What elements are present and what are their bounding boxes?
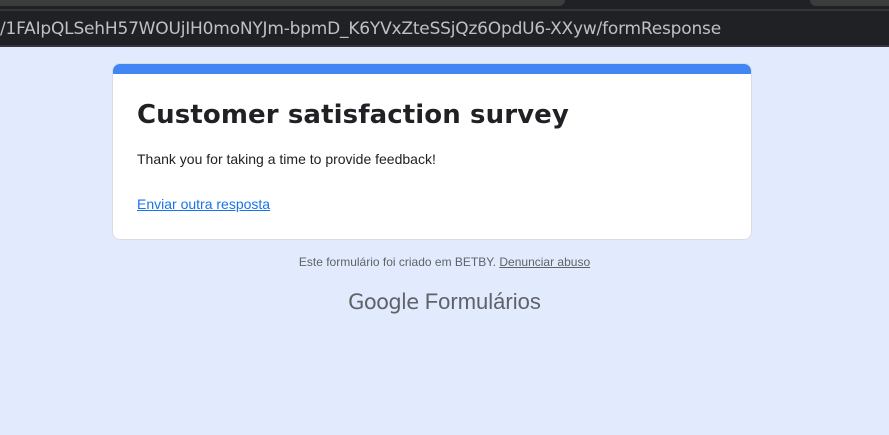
browser-tab-strip bbox=[0, 0, 889, 9]
form-title: Customer satisfaction survey bbox=[137, 100, 569, 130]
browser-toolbar: /1FAIpQLSehH57WOUjIH0moNYJm-bpmD_K6YVxZt… bbox=[0, 9, 889, 47]
created-by-text: Este formulário foi criado em BETBY. bbox=[298, 255, 500, 269]
submit-another-response-link[interactable]: Enviar outra resposta bbox=[137, 196, 270, 212]
browser-tab[interactable] bbox=[810, 0, 889, 6]
confirmation-card: Customer satisfaction survey Thank you f… bbox=[112, 63, 752, 240]
forms-wordmark: Formulários bbox=[424, 289, 541, 314]
form-footer: Este formulário foi criado em BETBY. Den… bbox=[0, 255, 889, 269]
google-forms-logo[interactable]: Google Formulários bbox=[0, 289, 889, 315]
google-wordmark: Google bbox=[348, 290, 425, 314]
address-bar[interactable]: /1FAIpQLSehH57WOUjIH0moNYJm-bpmD_K6YVxZt… bbox=[0, 11, 889, 45]
url-text[interactable]: /1FAIpQLSehH57WOUjIH0moNYJm-bpmD_K6YVxZt… bbox=[0, 19, 721, 39]
active-tab[interactable] bbox=[0, 0, 565, 6]
confirmation-message: Thank you for taking a time to provide f… bbox=[137, 151, 436, 167]
report-abuse-link[interactable]: Denunciar abuso bbox=[499, 255, 590, 269]
card-accent-bar bbox=[113, 64, 751, 74]
